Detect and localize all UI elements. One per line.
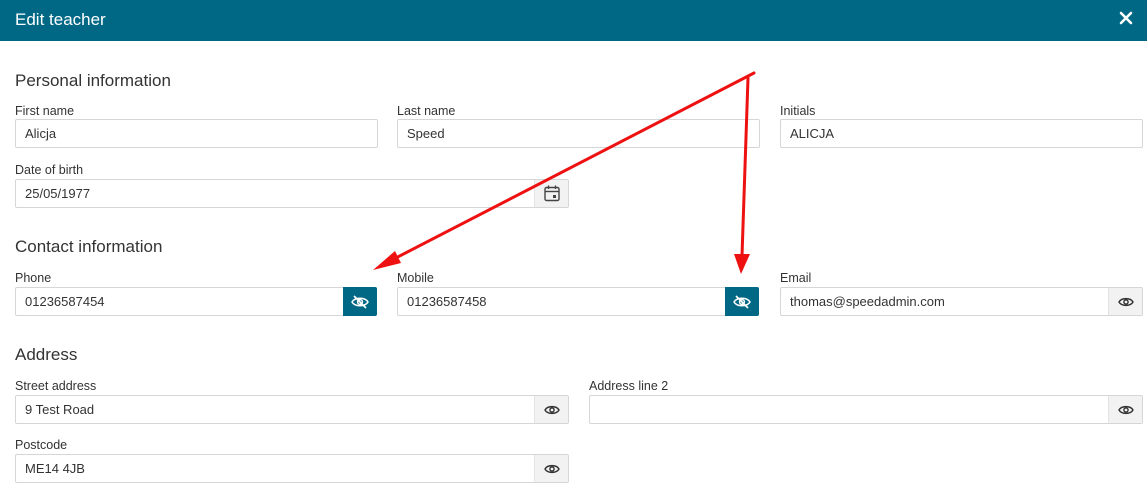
eye-icon bbox=[1117, 297, 1134, 306]
email-field bbox=[780, 287, 1143, 316]
phone-input[interactable] bbox=[16, 288, 342, 315]
section-personal-information: Personal information bbox=[15, 71, 171, 90]
eye-icon bbox=[543, 464, 560, 473]
section-address: Address bbox=[15, 345, 78, 364]
street-address-input[interactable] bbox=[16, 396, 534, 423]
eye-slash-icon bbox=[351, 294, 369, 309]
section-contact-information: Contact information bbox=[15, 237, 163, 256]
postcode-label: Postcode bbox=[15, 438, 68, 452]
street-address-visibility-toggle[interactable] bbox=[534, 396, 568, 423]
eye-icon bbox=[1117, 405, 1134, 414]
address-line-2-field bbox=[589, 395, 1143, 424]
street-address-label: Street address bbox=[15, 379, 97, 393]
calendar-button[interactable] bbox=[534, 180, 568, 207]
last-name-field bbox=[397, 119, 760, 148]
postcode-field bbox=[15, 454, 569, 483]
phone-label: Phone bbox=[15, 271, 52, 285]
phone-visibility-toggle[interactable] bbox=[343, 287, 377, 316]
first-name-field bbox=[15, 119, 378, 148]
annotation-arrow-mobile bbox=[734, 76, 750, 274]
date-of-birth-input[interactable] bbox=[16, 180, 534, 207]
mobile-field bbox=[397, 287, 759, 316]
last-name-input[interactable] bbox=[398, 120, 759, 147]
address-line-2-visibility-toggle[interactable] bbox=[1108, 396, 1142, 423]
email-input[interactable] bbox=[781, 288, 1108, 315]
first-name-label: First name bbox=[15, 104, 75, 118]
initials-field bbox=[780, 119, 1143, 148]
dialog-title: Edit teacher bbox=[15, 10, 106, 29]
calendar-icon bbox=[543, 185, 560, 202]
postcode-visibility-toggle[interactable] bbox=[534, 455, 568, 482]
annotation-arrow-phone bbox=[373, 71, 756, 270]
close-icon[interactable] bbox=[1117, 9, 1135, 27]
mobile-visibility-toggle[interactable] bbox=[725, 287, 759, 316]
email-visibility-toggle[interactable] bbox=[1108, 288, 1142, 315]
street-address-field bbox=[15, 395, 569, 424]
address-line-2-label: Address line 2 bbox=[589, 379, 669, 393]
mobile-input[interactable] bbox=[398, 288, 724, 315]
initials-input[interactable] bbox=[781, 120, 1142, 147]
email-label: Email bbox=[780, 271, 812, 285]
dialog-header: Edit teacher bbox=[0, 0, 1147, 41]
date-of-birth-label: Date of birth bbox=[15, 163, 84, 177]
eye-slash-icon bbox=[733, 294, 751, 309]
phone-field bbox=[15, 287, 377, 316]
first-name-input[interactable] bbox=[16, 120, 377, 147]
mobile-label: Mobile bbox=[397, 271, 434, 285]
postcode-input[interactable] bbox=[16, 455, 534, 482]
address-line-2-input[interactable] bbox=[590, 396, 1108, 423]
last-name-label: Last name bbox=[397, 104, 456, 118]
eye-icon bbox=[543, 405, 560, 414]
date-of-birth-field bbox=[15, 179, 569, 208]
initials-label: Initials bbox=[780, 104, 816, 118]
